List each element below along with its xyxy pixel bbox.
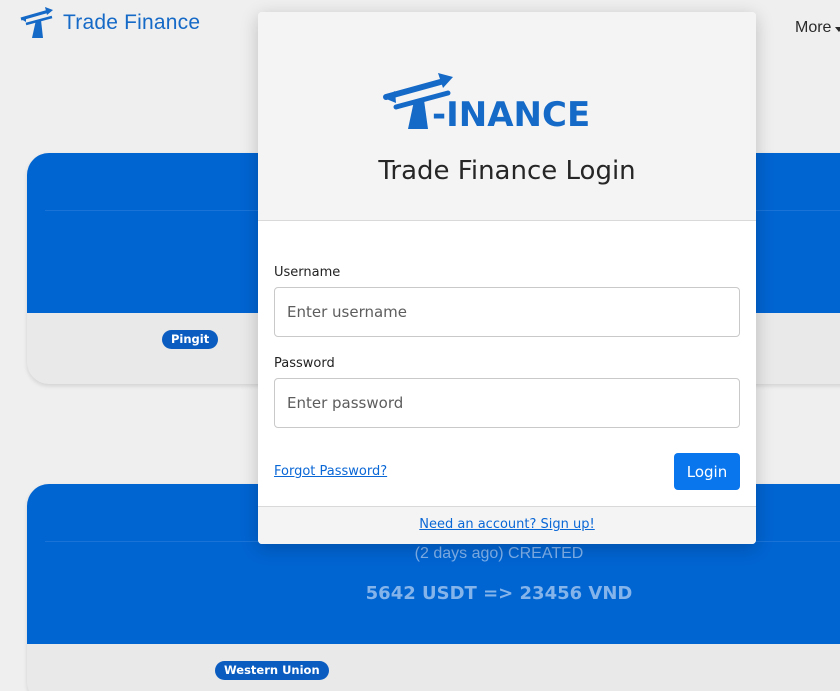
nav-more-label: More	[795, 19, 832, 36]
logo-wordmark: -INANCE	[432, 95, 590, 133]
caret-down-icon	[835, 26, 840, 32]
payment-method-badge: Pingit	[162, 330, 219, 349]
order-date-status: (2 days ago) CREATED	[414, 545, 584, 562]
modal-title: Trade Finance Login	[378, 156, 636, 186]
nav-more-dropdown[interactable]: More	[795, 19, 840, 37]
payment-method-badge: Western Union	[215, 661, 329, 680]
modal-footer: Need an account? Sign up!	[258, 506, 756, 544]
login-modal: -INANCE Trade Finance Login Username Pas…	[258, 12, 756, 544]
username-input[interactable]	[274, 287, 740, 337]
login-button[interactable]: Login	[674, 453, 740, 490]
t-finance-logo-icon	[20, 7, 53, 38]
t-finance-logo: -INANCE	[383, 73, 590, 133]
modal-header: -INANCE Trade Finance Login	[258, 12, 756, 221]
brand[interactable]: Trade Finance	[18, 6, 200, 40]
username-label: Username	[274, 265, 341, 280]
password-label: Password	[274, 356, 335, 371]
password-input[interactable]	[274, 378, 740, 428]
forgot-password-link[interactable]: Forgot Password?	[274, 464, 387, 479]
brand-title: Trade Finance	[63, 11, 201, 34]
order-amount: 5642 USDT => 23456 VND	[365, 583, 633, 604]
signup-link[interactable]: Need an account? Sign up!	[419, 517, 594, 532]
